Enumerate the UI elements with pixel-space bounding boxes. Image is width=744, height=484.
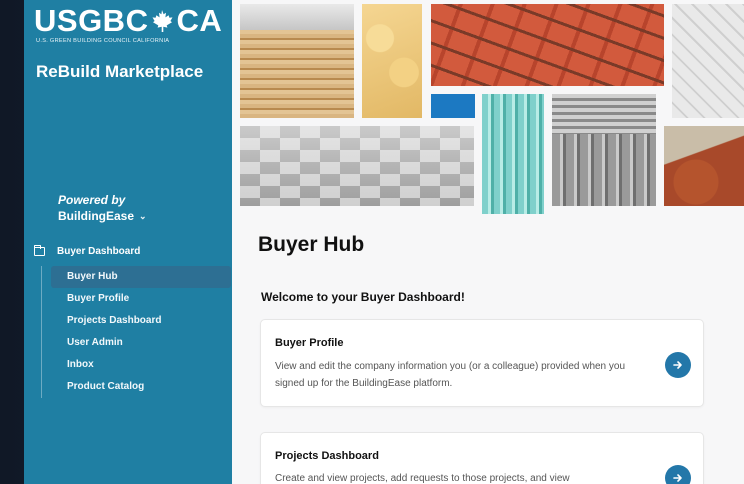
steel-beams-image bbox=[552, 94, 656, 206]
sidebar-nav: Buyer Hub Buyer Profile Projects Dashboa… bbox=[41, 266, 231, 398]
main-content: Buyer Hub Welcome to your Buyer Dashboar… bbox=[232, 0, 744, 484]
card-description: Create and view projects, add requests t… bbox=[275, 473, 570, 484]
chevron-down-icon: ⌄ bbox=[139, 210, 147, 221]
sidebar-item-inbox[interactable]: Inbox bbox=[51, 354, 231, 376]
sidebar: USGBC CA U.S. GREEN BUILDING COUNCIL CALI… bbox=[24, 0, 232, 484]
ceiling-panel-image bbox=[672, 4, 744, 118]
logo-text-right: CA bbox=[176, 3, 223, 38]
arrow-right-icon[interactable] bbox=[665, 352, 691, 378]
sidebar-item-user-admin[interactable]: User Admin bbox=[51, 332, 231, 354]
app-title: ReBuild Marketplace bbox=[36, 62, 204, 81]
lumber-image bbox=[240, 4, 354, 118]
bricks-image bbox=[431, 4, 664, 86]
maple-leaf-icon bbox=[150, 6, 174, 32]
welcome-heading: Welcome to your Buyer Dashboard! bbox=[261, 290, 465, 304]
blue-swatch bbox=[431, 94, 475, 118]
sidebar-item-buyer-hub[interactable]: Buyer Hub bbox=[51, 266, 231, 288]
nav-section-label: Buyer Dashboard bbox=[57, 246, 141, 257]
brand-name: BuildingEase bbox=[58, 209, 135, 223]
floor-tiles-image bbox=[240, 126, 474, 206]
projects-dashboard-card[interactable]: Projects Dashboard Create and view proje… bbox=[260, 432, 704, 484]
card-title: Projects Dashboard bbox=[275, 450, 379, 462]
page-title: Buyer Hub bbox=[258, 233, 365, 256]
soil-image bbox=[664, 126, 744, 206]
insulation-image bbox=[362, 4, 422, 118]
sidebar-item-buyer-profile[interactable]: Buyer Profile bbox=[51, 288, 231, 310]
arrow-right-icon[interactable] bbox=[665, 465, 691, 484]
usgbc-ca-logo[interactable]: USGBC CA bbox=[34, 4, 222, 38]
card-description: View and edit the company information yo… bbox=[275, 361, 626, 389]
sidebar-item-product-catalog[interactable]: Product Catalog bbox=[51, 376, 231, 398]
card-title: Buyer Profile bbox=[275, 337, 344, 349]
logo-text-left: USGBC bbox=[34, 3, 149, 38]
sidebar-item-projects-dashboard[interactable]: Projects Dashboard bbox=[51, 310, 231, 332]
buyer-profile-card[interactable]: Buyer Profile View and edit the company … bbox=[260, 319, 704, 407]
powered-by-label: Powered by bbox=[58, 193, 126, 207]
logo-subtitle: U.S. GREEN BUILDING COUNCIL CALIFORNIA bbox=[36, 38, 170, 44]
glass-panels-image bbox=[482, 94, 544, 214]
nav-section-buyer-dashboard[interactable]: Buyer Dashboard bbox=[33, 245, 141, 257]
folder-icon bbox=[33, 245, 45, 256]
brand-switcher[interactable]: BuildingEase ⌄ bbox=[58, 209, 147, 223]
